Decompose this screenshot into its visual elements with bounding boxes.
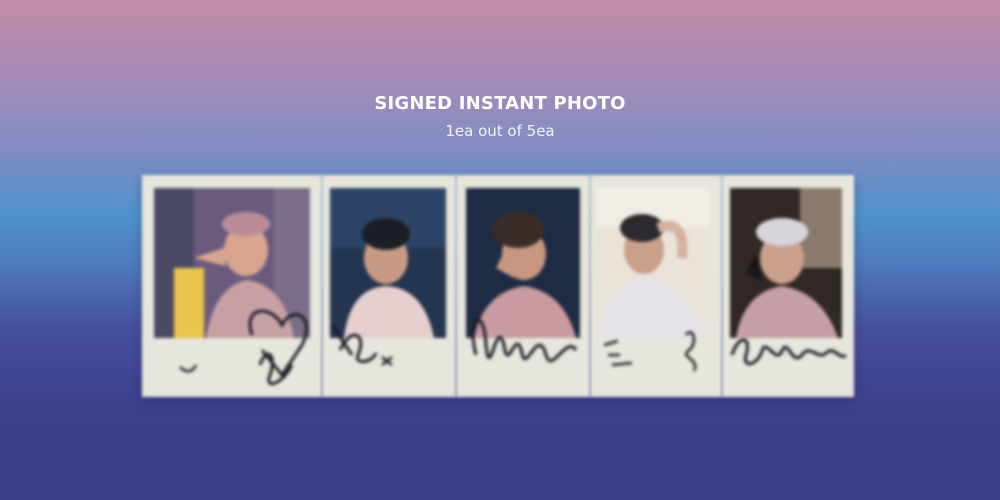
signature-image	[142, 295, 322, 397]
signature-image	[456, 295, 590, 397]
page-subtitle: 1ea out of 5ea	[445, 122, 555, 140]
product-banner: { "header": { "title": "SIGNED INSTANT P…	[0, 0, 1000, 500]
signature-image	[722, 295, 854, 397]
signed-instant-photo-4	[590, 175, 722, 397]
signature-image	[590, 295, 722, 397]
signed-instant-photo-3	[456, 175, 590, 397]
header: SIGNED INSTANT PHOTO 1ea out of 5ea	[0, 92, 1000, 142]
signature-image	[322, 295, 456, 397]
signed-instant-photo-5	[722, 175, 854, 397]
photo-strip	[142, 175, 854, 397]
page-title: SIGNED INSTANT PHOTO	[374, 93, 626, 114]
signed-instant-photo-1	[142, 175, 322, 397]
signed-instant-photo-2	[322, 175, 456, 397]
